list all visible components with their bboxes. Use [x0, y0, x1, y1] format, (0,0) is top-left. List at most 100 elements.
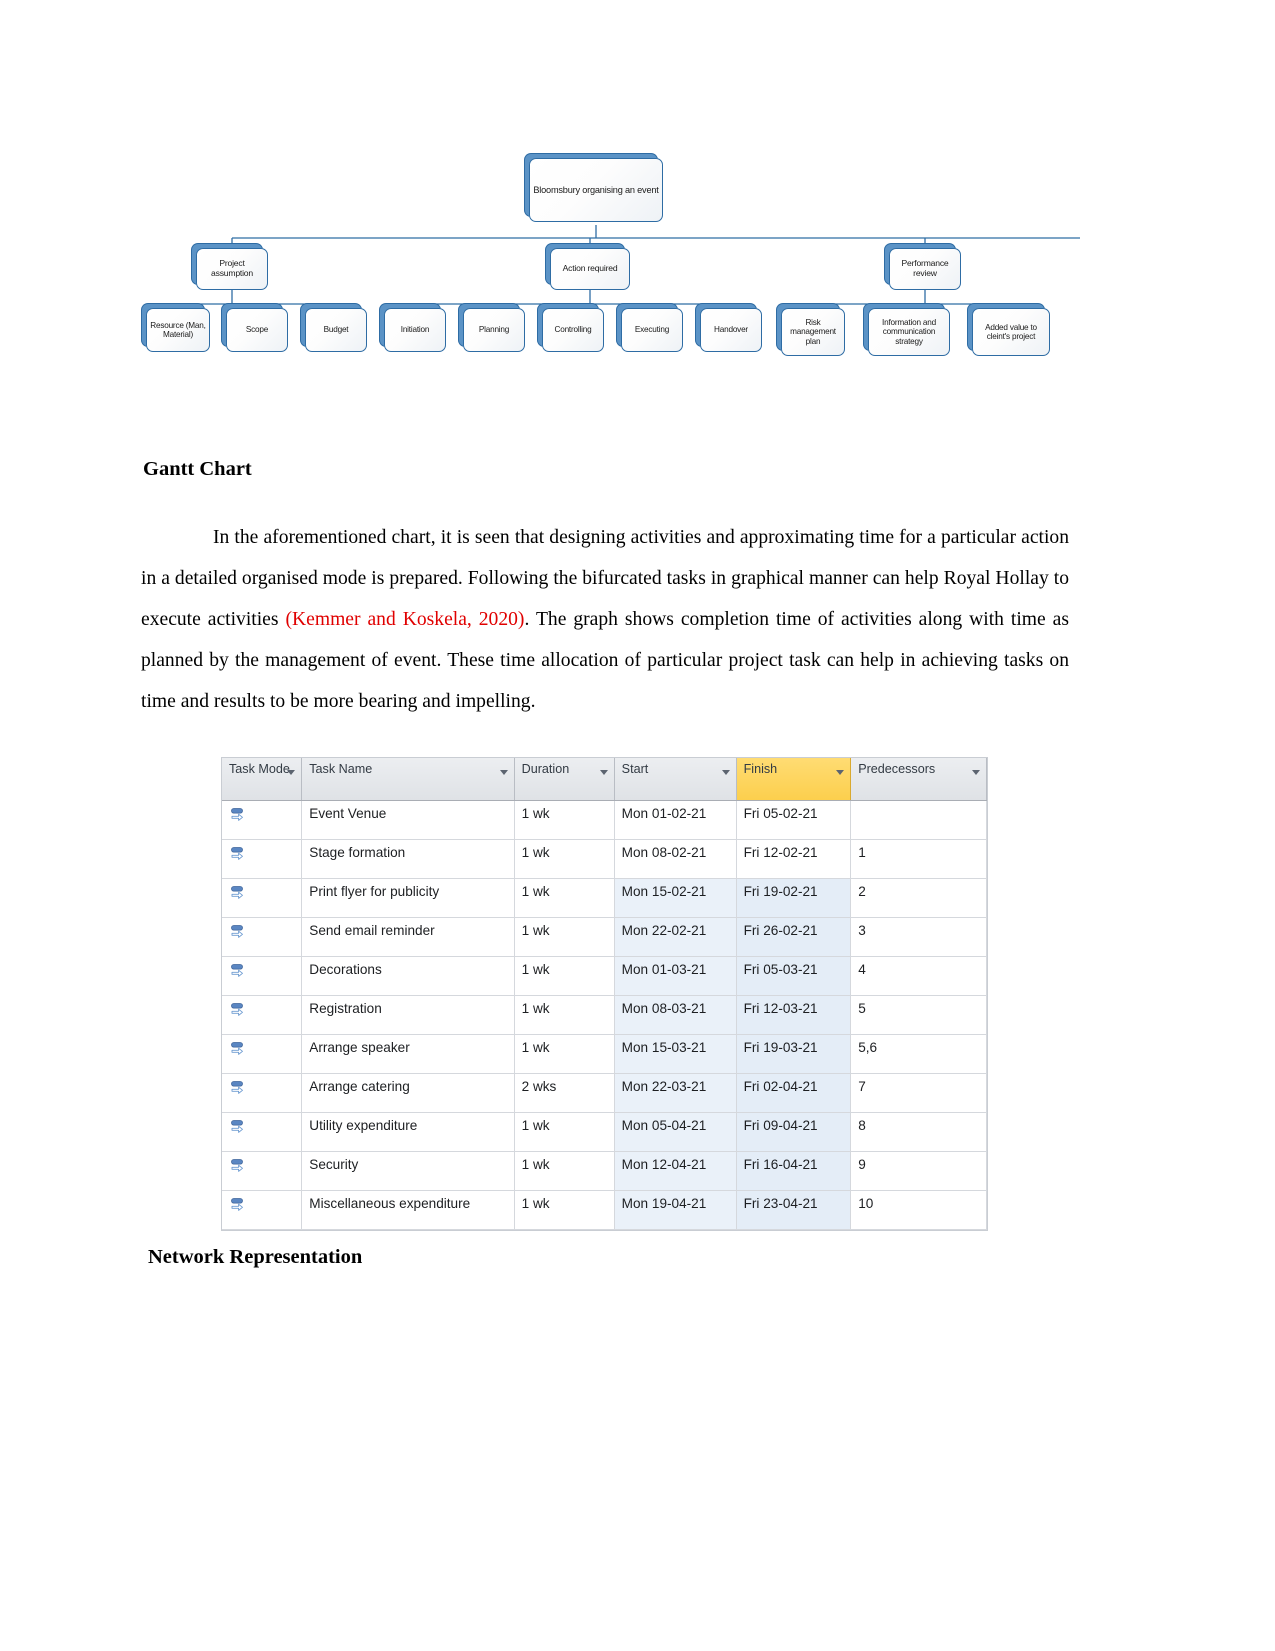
- auto-scheduled-icon[interactable]: [229, 806, 295, 826]
- table-row[interactable]: Utility expenditure 1 wk Mon 05-04-21 Fri 0…: [222, 1112, 987, 1152]
- cell-finish[interactable]: Fri 12-03-21: [736, 995, 852, 1035]
- cell-task-name[interactable]: Print flyer for publicity: [301, 878, 515, 918]
- cell-finish[interactable]: Fri 19-02-21: [736, 878, 852, 918]
- cell-task-mode[interactable]: [222, 1151, 303, 1191]
- cell-duration[interactable]: 1 wk: [514, 995, 615, 1035]
- cell-finish[interactable]: Fri 02-04-21: [736, 1073, 852, 1113]
- cell-predecessors[interactable]: [850, 800, 987, 840]
- auto-scheduled-icon[interactable]: [229, 1001, 295, 1021]
- cell-task-name[interactable]: Decorations: [301, 956, 515, 996]
- chevron-down-icon[interactable]: [836, 770, 845, 775]
- cell-task-mode[interactable]: [222, 1190, 303, 1230]
- cell-predecessors[interactable]: 5,6: [850, 1034, 987, 1074]
- cell-start[interactable]: Mon 08-03-21: [614, 995, 737, 1035]
- table-row[interactable]: Registration 1 wk Mon 08-03-21 Fri 12-03-21…: [222, 995, 987, 1035]
- cell-task-name[interactable]: Send email reminder: [301, 917, 515, 957]
- auto-scheduled-icon[interactable]: [229, 1157, 295, 1177]
- auto-scheduled-icon[interactable]: [229, 1118, 295, 1138]
- cell-duration[interactable]: 1 wk: [514, 1034, 615, 1074]
- table-row[interactable]: Decorations 1 wk Mon 01-03-21 Fri 05-03-21 4: [222, 956, 987, 996]
- cell-start[interactable]: Mon 22-03-21: [614, 1073, 737, 1113]
- cell-predecessors[interactable]: 8: [850, 1112, 987, 1152]
- column-header-finish[interactable]: Finish: [735, 758, 852, 801]
- cell-task-mode[interactable]: [222, 800, 303, 840]
- cell-predecessors[interactable]: 2: [850, 878, 987, 918]
- cell-task-mode[interactable]: [222, 1112, 303, 1152]
- cell-duration[interactable]: 2 wks: [514, 1073, 615, 1113]
- cell-task-mode[interactable]: [222, 839, 303, 879]
- cell-finish[interactable]: Fri 26-02-21: [736, 917, 852, 957]
- cell-start[interactable]: Mon 01-02-21: [614, 800, 737, 840]
- cell-predecessors[interactable]: 3: [850, 917, 987, 957]
- table-row[interactable]: Send email reminder 1 wk Mon 22-02-21 Fri 2…: [222, 917, 987, 957]
- cell-task-name[interactable]: Arrange speaker: [301, 1034, 515, 1074]
- cell-task-mode[interactable]: [222, 917, 303, 957]
- auto-scheduled-icon[interactable]: [229, 1196, 295, 1216]
- auto-scheduled-icon[interactable]: [229, 884, 295, 904]
- cell-task-name[interactable]: Miscellaneous expenditure: [301, 1190, 515, 1230]
- table-row[interactable]: Stage formation 1 wk Mon 08-02-21 Fri 12-02…: [222, 839, 987, 879]
- cell-finish[interactable]: Fri 16-04-21: [736, 1151, 852, 1191]
- cell-task-name[interactable]: Registration: [301, 995, 515, 1035]
- auto-scheduled-icon[interactable]: [229, 923, 295, 943]
- cell-start[interactable]: Mon 15-02-21: [614, 878, 737, 918]
- cell-task-name[interactable]: Utility expenditure: [301, 1112, 515, 1152]
- cell-start[interactable]: Mon 01-03-21: [614, 956, 737, 996]
- cell-task-mode[interactable]: [222, 1073, 303, 1113]
- cell-predecessors[interactable]: 10: [850, 1190, 987, 1230]
- table-row[interactable]: Print flyer for publicity 1 wk Mon 15-02-2…: [222, 878, 987, 918]
- auto-scheduled-icon[interactable]: [229, 1040, 295, 1060]
- table-row[interactable]: Security 1 wk Mon 12-04-21 Fri 16-04-21 9: [222, 1151, 987, 1191]
- chevron-down-icon[interactable]: [972, 770, 980, 775]
- cell-finish[interactable]: Fri 09-04-21: [736, 1112, 852, 1152]
- column-header-task-name[interactable]: Task Name: [301, 758, 515, 801]
- cell-duration[interactable]: 1 wk: [514, 1190, 615, 1230]
- auto-scheduled-icon[interactable]: [229, 845, 295, 865]
- cell-start[interactable]: Mon 19-04-21: [614, 1190, 737, 1230]
- cell-predecessors[interactable]: 1: [850, 839, 987, 879]
- chevron-down-icon[interactable]: [721, 770, 730, 775]
- cell-task-name[interactable]: Arrange catering: [301, 1073, 515, 1113]
- cell-duration[interactable]: 1 wk: [514, 1112, 615, 1152]
- cell-task-mode[interactable]: [222, 878, 303, 918]
- cell-start[interactable]: Mon 05-04-21: [614, 1112, 737, 1152]
- cell-duration[interactable]: 1 wk: [514, 917, 615, 957]
- cell-start[interactable]: Mon 22-02-21: [614, 917, 737, 957]
- cell-duration[interactable]: 1 wk: [514, 839, 615, 879]
- table-row[interactable]: Arrange catering 2 wks Mon 22-03-21 Fri 02-…: [222, 1073, 987, 1113]
- cell-finish[interactable]: Fri 05-03-21: [736, 956, 852, 996]
- cell-predecessors[interactable]: 9: [850, 1151, 987, 1191]
- gantt-task-table[interactable]: Task Mode Task Name Duration Start Finis…: [222, 758, 987, 1230]
- chevron-down-icon[interactable]: [599, 770, 608, 775]
- cell-task-name[interactable]: Event Venue: [301, 800, 515, 840]
- column-header-task-mode[interactable]: Task Mode: [222, 758, 303, 801]
- cell-task-mode[interactable]: [222, 1034, 303, 1074]
- table-row[interactable]: Arrange speaker 1 wk Mon 15-03-21 Fri 19-03…: [222, 1034, 987, 1074]
- column-header-predecessors[interactable]: Predecessors: [850, 758, 987, 801]
- cell-finish[interactable]: Fri 23-04-21: [736, 1190, 852, 1230]
- table-row[interactable]: Event Venue 1 wk Mon 01-02-21 Fri 05-02-21: [222, 800, 987, 840]
- cell-task-mode[interactable]: [222, 956, 303, 996]
- cell-predecessors[interactable]: 5: [850, 995, 987, 1035]
- table-row[interactable]: Miscellaneous expenditure 1 wk Mon 19-04-2…: [222, 1190, 987, 1230]
- column-header-start[interactable]: Start: [614, 758, 737, 801]
- cell-duration[interactable]: 1 wk: [514, 878, 615, 918]
- auto-scheduled-icon[interactable]: [229, 962, 295, 982]
- cell-duration[interactable]: 1 wk: [514, 800, 615, 840]
- cell-duration[interactable]: 1 wk: [514, 1151, 615, 1191]
- chevron-down-icon[interactable]: [287, 770, 296, 775]
- cell-duration[interactable]: 1 wk: [514, 956, 615, 996]
- cell-finish[interactable]: Fri 12-02-21: [736, 839, 852, 879]
- cell-start[interactable]: Mon 15-03-21: [614, 1034, 737, 1074]
- cell-start[interactable]: Mon 12-04-21: [614, 1151, 737, 1191]
- cell-start[interactable]: Mon 08-02-21: [614, 839, 737, 879]
- chevron-down-icon[interactable]: [499, 770, 508, 775]
- cell-finish[interactable]: Fri 19-03-21: [736, 1034, 852, 1074]
- auto-scheduled-icon[interactable]: [229, 1079, 295, 1099]
- cell-predecessors[interactable]: 4: [850, 956, 987, 996]
- cell-task-mode[interactable]: [222, 995, 303, 1035]
- cell-task-name[interactable]: Stage formation: [301, 839, 515, 879]
- cell-predecessors[interactable]: 7: [850, 1073, 987, 1113]
- column-header-duration[interactable]: Duration: [514, 758, 615, 801]
- cell-task-name[interactable]: Security: [301, 1151, 515, 1191]
